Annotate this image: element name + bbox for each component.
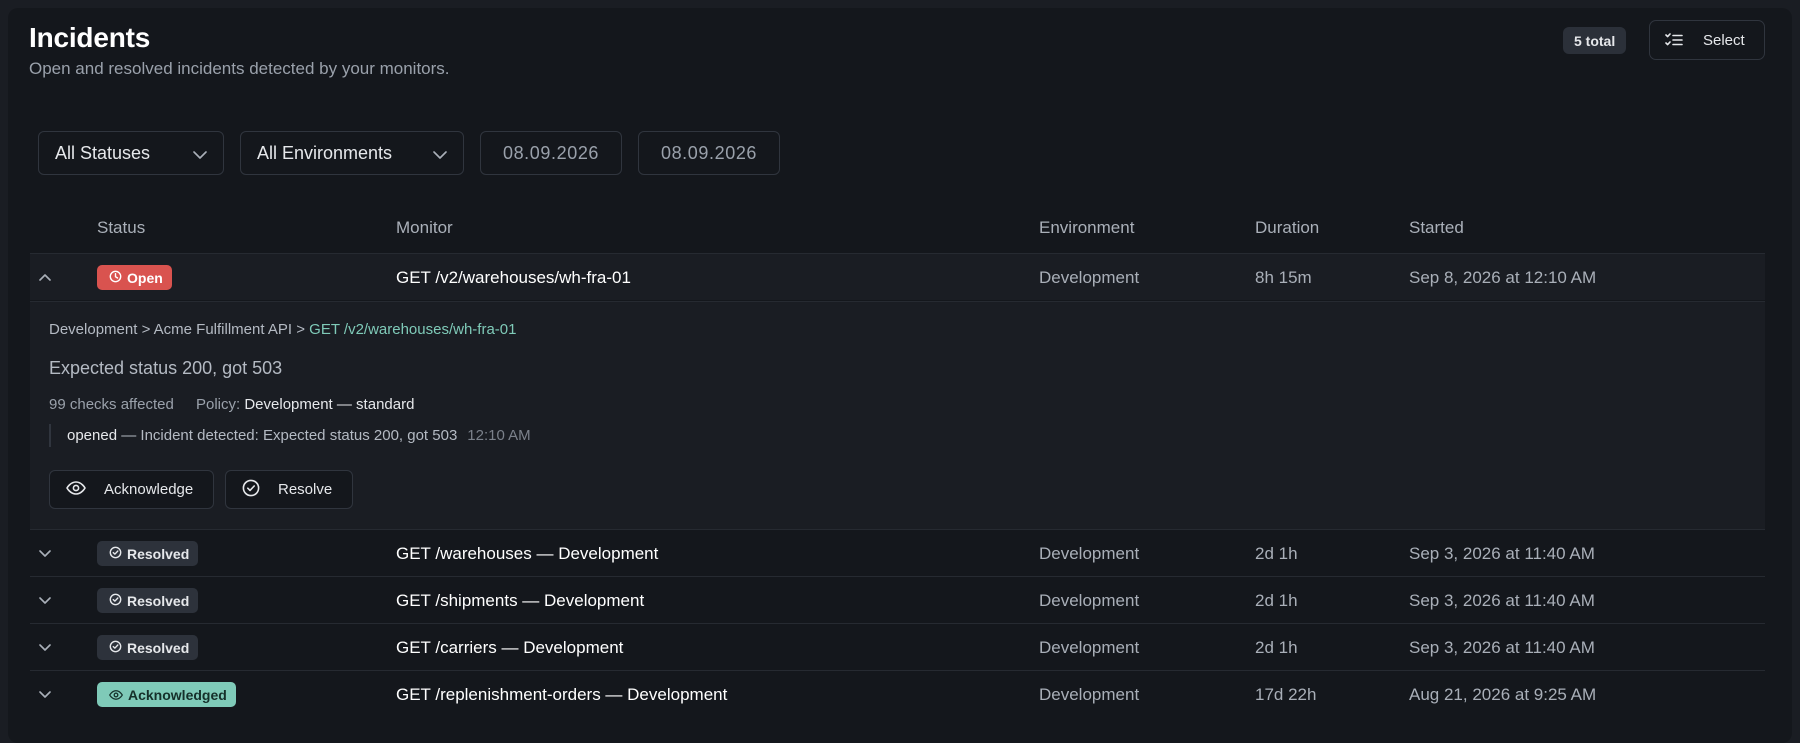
table-row[interactable]: Acknowledged GET /replenishment-orders —… [30,670,1765,717]
check-circle-icon [109,593,122,609]
status-badge: Resolved [97,541,199,566]
acknowledge-button[interactable]: Acknowledge [49,470,215,509]
date-to-input[interactable]: 08.09.2026 [638,131,780,175]
incident-detail-panel: Development > Acme Fulfillment API > GET… [30,301,1765,529]
status-cell: Resolved [97,577,199,624]
column-header-environment: Environment [1039,218,1135,237]
checks-affected: 99 checks affected [49,396,174,413]
chevron-down-icon[interactable] [30,624,60,671]
table-header: Status Monitor Environment Duration Star… [30,212,1765,252]
total-count-badge: 5 total [1563,27,1627,54]
chevron-down-icon[interactable] [30,671,60,718]
resolve-button[interactable]: Resolve [225,470,354,509]
column-header-monitor: Monitor [396,218,453,237]
checklist-icon [1665,32,1683,48]
eye-icon [109,687,123,703]
status-badge: Acknowledged [97,682,236,707]
started-cell: Sep 3, 2026 at 11:40 AM [1409,637,1595,657]
table-row[interactable]: Open GET /v2/warehouses/wh-fra-01 Develo… [30,253,1765,300]
timeline-entry: opened — Incident detected: Expected sta… [49,424,531,447]
status-filter-value: All Statuses [55,142,151,163]
environment-cell: Development [1039,684,1140,704]
environment-cell: Development [1039,590,1140,610]
status-badge: Resolved [97,588,199,613]
environment-cell: Development [1039,637,1140,657]
chevron-down-icon [433,143,447,164]
chevron-down-icon [193,143,207,164]
status-badge: Open [97,265,172,290]
status-cell: Open [97,254,172,301]
chevron-down-icon[interactable] [30,530,60,577]
acknowledge-label: Acknowledge [104,481,194,498]
incident-meta: 99 checks affected Policy: Development —… [49,396,414,413]
status-filter-select[interactable]: All Statuses [38,131,224,175]
incident-message: Expected status 200, got 503 [49,358,283,378]
status-badge-label: Open [127,269,163,286]
environment-filter-select[interactable]: All Environments [240,131,464,175]
monitor-cell: GET /v2/warehouses/wh-fra-01 [396,267,631,287]
duration-cell: 8h 15m [1255,267,1312,287]
timeline-time: 12:10 AM [467,427,531,444]
status-badge: Resolved [97,635,199,660]
breadcrumb: Development > Acme Fulfillment API > GET… [49,321,516,338]
table-row[interactable]: Resolved GET /warehouses — Development D… [30,529,1765,576]
breadcrumb-separator: > [141,321,151,338]
monitor-cell: GET /warehouses — Development [396,543,659,563]
status-cell: Acknowledged [97,671,236,718]
select-label: Select [1703,31,1745,49]
status-cell: Resolved [97,530,199,577]
duration-cell: 2d 1h [1255,543,1298,563]
status-badge-label: Resolved [127,639,190,656]
environment-filter-value: All Environments [257,142,393,163]
status-cell: Resolved [97,624,199,671]
resolve-label: Resolve [278,481,333,498]
timeline-text: — Incident detected: Expected status 200… [121,427,458,444]
date-from-value: 08.09.2026 [502,142,600,163]
page-subtitle: Open and resolved incidents detected by … [29,59,450,78]
check-circle-icon [242,479,260,501]
page-title: Incidents [29,22,151,53]
timeline-event: opened [67,427,118,444]
policy-label: Policy: [195,396,241,413]
started-cell: Sep 3, 2026 at 11:40 AM [1409,590,1595,610]
column-header-status: Status [97,218,146,237]
chevron-up-icon[interactable] [30,254,60,301]
monitor-cell: GET /shipments — Development [396,590,645,610]
date-from-input[interactable]: 08.09.2026 [480,131,622,175]
status-badge-label: Acknowledged [128,686,227,703]
started-cell: Aug 21, 2026 at 9:25 AM [1409,684,1597,704]
table-row[interactable]: Resolved GET /carriers — Development Dev… [30,623,1765,670]
breadcrumb-separator: > [296,321,305,338]
monitor-cell: GET /replenishment-orders — Development [396,684,728,704]
environment-cell: Development [1039,267,1140,287]
duration-cell: 17d 22h [1255,684,1317,704]
status-badge-label: Resolved [127,545,190,562]
breadcrumb-monitor-link[interactable]: GET /v2/warehouses/wh-fra-01 [309,321,516,338]
duration-cell: 2d 1h [1255,637,1298,657]
table-row[interactable]: Resolved GET /shipments — Development De… [30,576,1765,623]
clock-icon [109,270,122,286]
status-badge-label: Resolved [127,592,190,609]
column-header-duration: Duration [1255,218,1320,237]
duration-cell: 2d 1h [1255,590,1298,610]
breadcrumb-environment[interactable]: Development [49,321,137,338]
column-header-started: Started [1409,218,1464,237]
started-cell: Sep 8, 2026 at 12:10 AM [1409,267,1597,287]
monitor-cell: GET /carriers — Development [396,637,624,657]
environment-cell: Development [1039,543,1140,563]
started-cell: Sep 3, 2026 at 11:40 AM [1409,543,1595,563]
eye-icon [66,480,86,499]
date-to-value: 08.09.2026 [660,142,758,163]
check-circle-icon [109,546,122,562]
check-circle-icon [109,640,122,656]
chevron-down-icon[interactable] [30,577,60,624]
breadcrumb-api[interactable]: Acme Fulfillment API [154,321,292,338]
policy-value: Development — standard [244,396,415,413]
select-button[interactable]: Select [1649,20,1765,60]
